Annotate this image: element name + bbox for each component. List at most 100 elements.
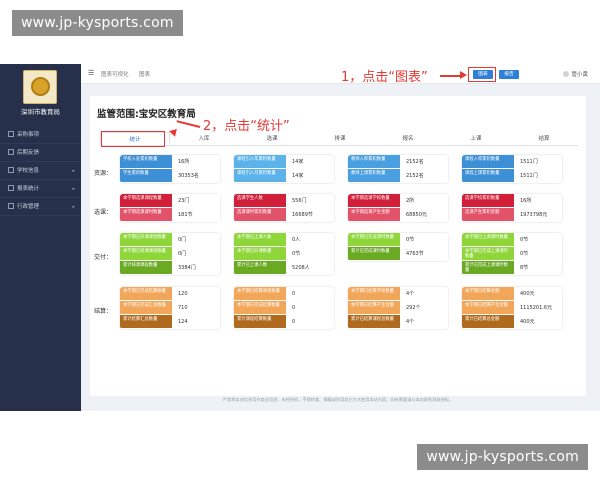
stat-value: 4个 (400, 315, 448, 328)
tab-5[interactable]: 上课 (442, 132, 510, 145)
stat-value: 23门 (172, 194, 220, 207)
stat-label: 选课学校累积数量 (462, 194, 514, 207)
stat-row: 累计已上课人数 5208人 (234, 261, 334, 275)
stat-value: 124 (172, 315, 220, 328)
menu-icon[interactable]: ☰ (88, 70, 95, 77)
stat-value: 1115201.6元 (514, 301, 562, 314)
stat-row: 选课学校累积数量 16所 (462, 194, 562, 208)
sidebar-item-label: 行政管理 (17, 204, 40, 210)
stat-label: 本学期选课学校数量 (348, 194, 400, 207)
stat-card: 学校入驻累积数量 16所 学生累积数量 30353名 (120, 155, 220, 183)
stat-card: 本学期已上课人数 0人 本学期已开课数量 0节 累计已上课人数 5208人 (234, 233, 334, 275)
tab-4[interactable]: 报名 (374, 132, 442, 145)
stat-label: 本学期已结算学校数量 (348, 287, 400, 300)
seal-icon (31, 77, 50, 96)
feedback-icon (8, 149, 14, 155)
stat-label: 累计结算汇总数量 (120, 315, 172, 328)
stat-label: 课程上课累积数量 (462, 169, 514, 182)
stat-value: 1973798元 (514, 208, 562, 221)
footer-text: 严禁将本站信息用作商业用途，未经授权，不得转载、摘编或利用其它方式使用本站内容；… (222, 397, 454, 402)
stat-row: 教师入库累积数量 2152名 (348, 155, 448, 169)
stat-row: 教师上课累积数量 2152名 (348, 169, 448, 183)
stat-label: 选课产生累积金额 (462, 208, 514, 221)
sidebar: 深圳市教育局 采购事项 后期反馈 学校信息 ▸ 报表统计 ▸ 行政管理 ▸ (0, 64, 81, 411)
row-label: 选课： (94, 209, 113, 216)
sidebar-item-purchase[interactable]: 采购事项 (0, 126, 81, 144)
stat-card: 本学期已结算金额 400元 本学期已结算产生金额 1115201.6元 累计已结算总金额… (462, 287, 562, 329)
stat-row: 课程入库累积数量 1511门 (462, 155, 562, 169)
stat-label: 累计已结算总金额 (462, 315, 514, 328)
stat-row: 选课学生人数 556门 (234, 194, 334, 208)
stat-row: 课程引入月累积数量 14家 (234, 169, 334, 183)
logo (23, 70, 57, 104)
stat-value: 2所 (400, 194, 448, 207)
stat-card: 本学期已结算课程数量 0 本学期已完成结算数量 0 累计课程结算数量 0 (234, 287, 334, 329)
sidebar-item-label: 学校信息 (17, 168, 40, 174)
stat-row: 累计已完成课时数量 4763节 (348, 247, 448, 261)
sidebar-nav: 采购事项 后期反馈 学校信息 ▸ 报表统计 ▸ 行政管理 ▸ (0, 126, 81, 216)
stat-card: 本学期已完成结算数量 120 本学期已完成汇总数量 710 累计结算汇总数量 124 (120, 287, 220, 329)
breadcrumb-item[interactable]: 图表可视化 (101, 70, 129, 78)
sidebar-item-label: 采购事项 (17, 132, 40, 138)
stat-label: 本学期选课课时数量 (120, 208, 172, 221)
chevron-right-icon: ▸ (72, 204, 75, 210)
user-menu[interactable]: 管小黄 (563, 70, 588, 78)
stat-row: 本学期已完成结算数量 120 (120, 287, 220, 301)
stat-card: 本学期已完成课时数量 0节 累计已完成课时数量 4763节 (348, 233, 448, 261)
stat-card: 选课学校累积数量 16所 选课产生累积金额 1973798元 (462, 194, 562, 222)
watermark-top: www.jp-kysports.com (12, 10, 183, 36)
stat-value: 0人 (286, 233, 334, 246)
row-label: 交付： (94, 254, 113, 261)
stat-row: 累计已结算课程总数量 4个 (348, 315, 448, 329)
stat-label: 本学期已结算产生金额 (348, 301, 400, 314)
stat-label: 选课学生人数 (234, 194, 286, 207)
stat-label: 本学期已上课人数 (234, 233, 286, 246)
logo-text: 深圳市教育局 (21, 108, 60, 116)
stat-label: 本学期已上课课时数量 (462, 233, 514, 246)
app-window: 深圳市教育局 采购事项 后期反馈 学校信息 ▸ 报表统计 ▸ 行政管理 ▸ ☰ 图表可… (0, 64, 600, 411)
stat-row: 累计结算汇总数量 124 (120, 315, 220, 329)
row-label: 资源： (94, 170, 113, 177)
stat-row: 本学期选课课时数量 181节 (120, 208, 220, 222)
sidebar-item-admin[interactable]: 行政管理 ▸ (0, 198, 81, 216)
report-button[interactable]: 报告 (499, 70, 519, 79)
stat-value: 400元 (514, 315, 562, 328)
tab-3[interactable]: 排课 (306, 132, 374, 145)
admin-icon (8, 203, 14, 209)
stat-value: 181节 (172, 208, 220, 221)
stat-row: 本学期选课课程数量 23门 (120, 194, 220, 208)
stat-value: 0门 (172, 233, 220, 246)
sidebar-item-school-info[interactable]: 学校信息 ▸ (0, 162, 81, 180)
stat-value: 292个 (400, 301, 448, 314)
chart-icon (8, 185, 14, 191)
stat-value: 120 (172, 287, 220, 300)
stat-label: 本学期已开课数量 (234, 247, 286, 260)
stat-label: 本学期已结算课程数量 (234, 287, 286, 300)
sidebar-item-feedback[interactable]: 后期反馈 (0, 144, 81, 162)
stat-row: 选课产生累积金额 1973798元 (462, 208, 562, 222)
stat-value: 2152名 (400, 155, 448, 168)
stat-label: 累计已完成课时数量 (348, 247, 400, 260)
stat-label: 本学期已结算产生金额 (462, 301, 514, 314)
stat-row: 本学期已上课课时数量 0节 (462, 233, 562, 247)
stat-label: 累计排课课程数量 (120, 261, 172, 274)
stat-label: 累计已结算课程总数量 (348, 315, 400, 328)
stat-label: 本学期已完成汇总数量 (120, 301, 172, 314)
stat-card: 选课学生人数 556门 选课课时累积数量 16689节 (234, 194, 334, 222)
stat-value: 1511门 (514, 169, 562, 182)
sidebar-item-report-stats[interactable]: 报表统计 ▸ (0, 180, 81, 198)
stat-label: 课程引入年累积数量 (234, 155, 286, 168)
annotation-step-1: 1，点击“图表” (341, 70, 428, 85)
stat-label: 教师上课累积数量 (348, 169, 400, 182)
stat-row: 本学期选课学校数量 2所 (348, 194, 448, 208)
stat-label: 课程入库累积数量 (462, 155, 514, 168)
stat-card: 本学期已开课课程数量 0门 本学期已排课课程数量 0门 累计排课课程数量 3384门 (120, 233, 220, 275)
annotation-step-2: 2，点击“统计” (203, 119, 290, 134)
stat-row: 本学期已结算课程数量 0 (234, 287, 334, 301)
tab-6[interactable]: 结算 (510, 132, 578, 145)
stat-label: 本学期已结算金额 (462, 287, 514, 300)
stat-row: 本学期已完成结算数量 0 (234, 301, 334, 315)
chevron-right-icon: ▸ (72, 186, 75, 192)
stat-label: 本学期已完成结算数量 (234, 301, 286, 314)
stat-row: 本学期已开课课程数量 0门 (120, 233, 220, 247)
